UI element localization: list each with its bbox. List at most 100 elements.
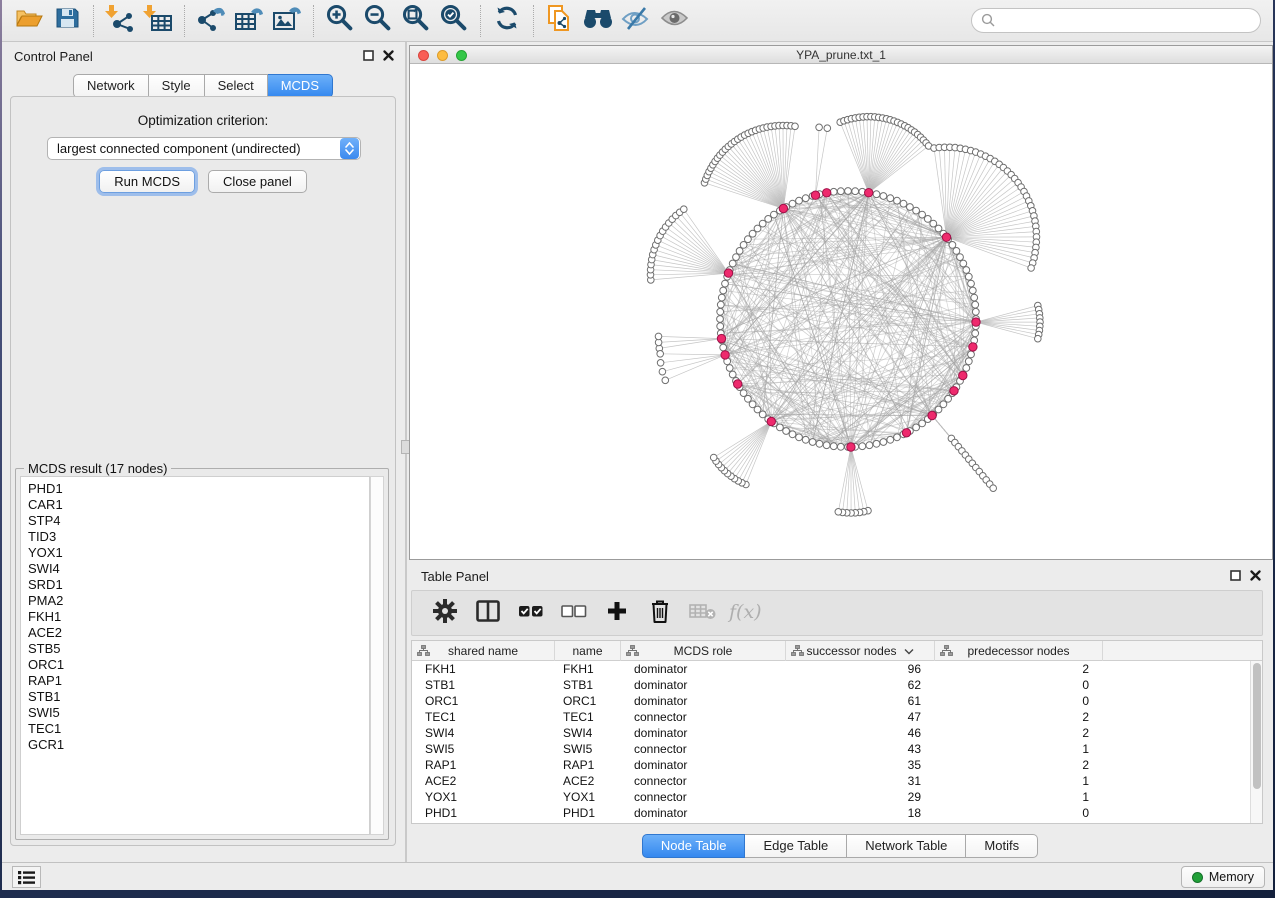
column-header-shared-name[interactable]: shared name — [412, 641, 555, 661]
first-neighbors-button[interactable] — [579, 3, 617, 39]
mcds-hub-node[interactable] — [950, 387, 958, 395]
network-node[interactable] — [971, 294, 978, 301]
satellite-node[interactable] — [659, 368, 666, 375]
table-cell[interactable]: dominator — [634, 693, 687, 709]
close-table-panel-icon[interactable] — [1250, 570, 1261, 581]
new-network-from-selection-button[interactable] — [541, 3, 579, 39]
mcds-result-item[interactable]: TEC1 — [28, 721, 369, 737]
table-cell[interactable]: 47 — [786, 709, 921, 725]
table-cell[interactable]: 2 — [935, 661, 1089, 677]
save-session-button[interactable] — [48, 3, 86, 39]
show-columns-button[interactable] — [474, 598, 502, 628]
table-cell[interactable]: ORC1 — [425, 693, 458, 709]
table-cell[interactable]: connector — [634, 741, 687, 757]
network-node[interactable] — [949, 242, 956, 249]
table-cell[interactable]: RAP1 — [563, 757, 594, 773]
criterion-select[interactable]: largest connected component (undirected) — [47, 137, 361, 160]
mcds-result-item[interactable]: SWI5 — [28, 705, 369, 721]
network-node[interactable] — [887, 436, 894, 443]
network-node[interactable] — [720, 344, 727, 351]
table-cell[interactable]: connector — [634, 773, 687, 789]
table-scrollbar-thumb[interactable] — [1253, 663, 1261, 789]
table-cell[interactable]: connector — [634, 709, 687, 725]
hide-selected-button[interactable] — [617, 3, 655, 39]
column-header-predecessor-nodes[interactable]: predecessor nodes — [935, 641, 1103, 661]
network-node[interactable] — [830, 443, 837, 450]
table-cell[interactable]: 1 — [935, 773, 1089, 789]
delete-column-button[interactable] — [646, 598, 674, 628]
mcds-result-item[interactable]: TID3 — [28, 529, 369, 545]
mcds-hub-node[interactable] — [847, 443, 855, 451]
table-cell[interactable]: ACE2 — [425, 773, 456, 789]
mcds-hub-node[interactable] — [721, 351, 729, 359]
search-input[interactable] — [996, 13, 1260, 29]
table-cell[interactable]: dominator — [634, 805, 687, 821]
mcds-hub-node[interactable] — [902, 429, 910, 437]
mcds-result-item[interactable]: FKH1 — [28, 609, 369, 625]
satellite-node[interactable] — [1035, 335, 1042, 342]
deselect-all-button[interactable] — [560, 598, 588, 628]
tab-select[interactable]: Select — [205, 74, 268, 98]
network-node[interactable] — [717, 323, 724, 330]
tab-motifs[interactable]: Motifs — [966, 834, 1038, 858]
network-node[interactable] — [859, 443, 866, 450]
zoom-fit-button[interactable] — [397, 3, 435, 39]
satellite-node[interactable] — [1028, 265, 1035, 272]
mcds-result-item[interactable]: STB1 — [28, 689, 369, 705]
satellite-node[interactable] — [824, 125, 831, 132]
network-node[interactable] — [717, 316, 724, 323]
table-cell[interactable]: 2 — [935, 757, 1089, 773]
network-node[interactable] — [972, 308, 979, 315]
network-node[interactable] — [802, 195, 809, 202]
network-node[interactable] — [837, 188, 844, 195]
tab-mcds[interactable]: MCDS — [268, 74, 333, 98]
network-node[interactable] — [809, 439, 816, 446]
tab-style[interactable]: Style — [149, 74, 205, 98]
table-cell[interactable]: YOX1 — [425, 789, 457, 805]
table-cell[interactable]: 29 — [786, 789, 921, 805]
table-cell[interactable]: 35 — [786, 757, 921, 773]
mcds-hub-node[interactable] — [928, 411, 936, 419]
network-node[interactable] — [717, 308, 724, 315]
network-node[interactable] — [894, 434, 901, 441]
network-node[interactable] — [880, 439, 887, 446]
network-node[interactable] — [783, 428, 790, 435]
network-node[interactable] — [969, 287, 976, 294]
table-row[interactable]: YOX1YOX1connector291 — [412, 789, 1250, 805]
network-node[interactable] — [777, 424, 784, 431]
mcds-hub-node[interactable] — [724, 269, 732, 277]
network-node[interactable] — [965, 358, 972, 365]
mcds-result-item[interactable]: PMA2 — [28, 593, 369, 609]
table-scrollbar[interactable] — [1250, 661, 1262, 823]
table-cell[interactable]: 46 — [786, 725, 921, 741]
network-node[interactable] — [972, 301, 979, 308]
table-cell[interactable]: FKH1 — [425, 661, 456, 677]
mcds-hub-node[interactable] — [865, 189, 873, 197]
memory-button[interactable]: Memory — [1181, 866, 1265, 888]
open-session-button[interactable] — [10, 3, 48, 39]
network-node[interactable] — [802, 436, 809, 443]
network-node[interactable] — [968, 351, 975, 358]
table-cell[interactable]: STB1 — [563, 677, 593, 693]
column-header-name[interactable]: name — [555, 641, 621, 661]
zoom-in-button[interactable] — [321, 3, 359, 39]
tab-network-table[interactable]: Network Table — [847, 834, 966, 858]
mcds-result-item[interactable]: SRD1 — [28, 577, 369, 593]
network-node[interactable] — [873, 191, 880, 198]
network-node[interactable] — [953, 248, 960, 255]
mcds-hub-node[interactable] — [767, 417, 775, 425]
network-node[interactable] — [830, 188, 837, 195]
tab-node-table[interactable]: Node Table — [642, 834, 746, 858]
mcds-result-item[interactable]: YOX1 — [28, 545, 369, 561]
table-row[interactable]: SWI5SWI5connector431 — [412, 741, 1250, 757]
mcds-result-item[interactable]: ACE2 — [28, 625, 369, 641]
network-node[interactable] — [852, 188, 859, 195]
mcds-hub-node[interactable] — [717, 334, 725, 342]
table-cell[interactable]: 1 — [935, 741, 1089, 757]
table-row[interactable]: STB1STB1dominator620 — [412, 677, 1250, 693]
network-node[interactable] — [963, 365, 970, 372]
network-graph-canvas[interactable] — [410, 64, 1272, 559]
mcds-list-scrollbar[interactable] — [370, 476, 384, 835]
network-node[interactable] — [957, 254, 964, 261]
network-node[interactable] — [740, 390, 747, 397]
